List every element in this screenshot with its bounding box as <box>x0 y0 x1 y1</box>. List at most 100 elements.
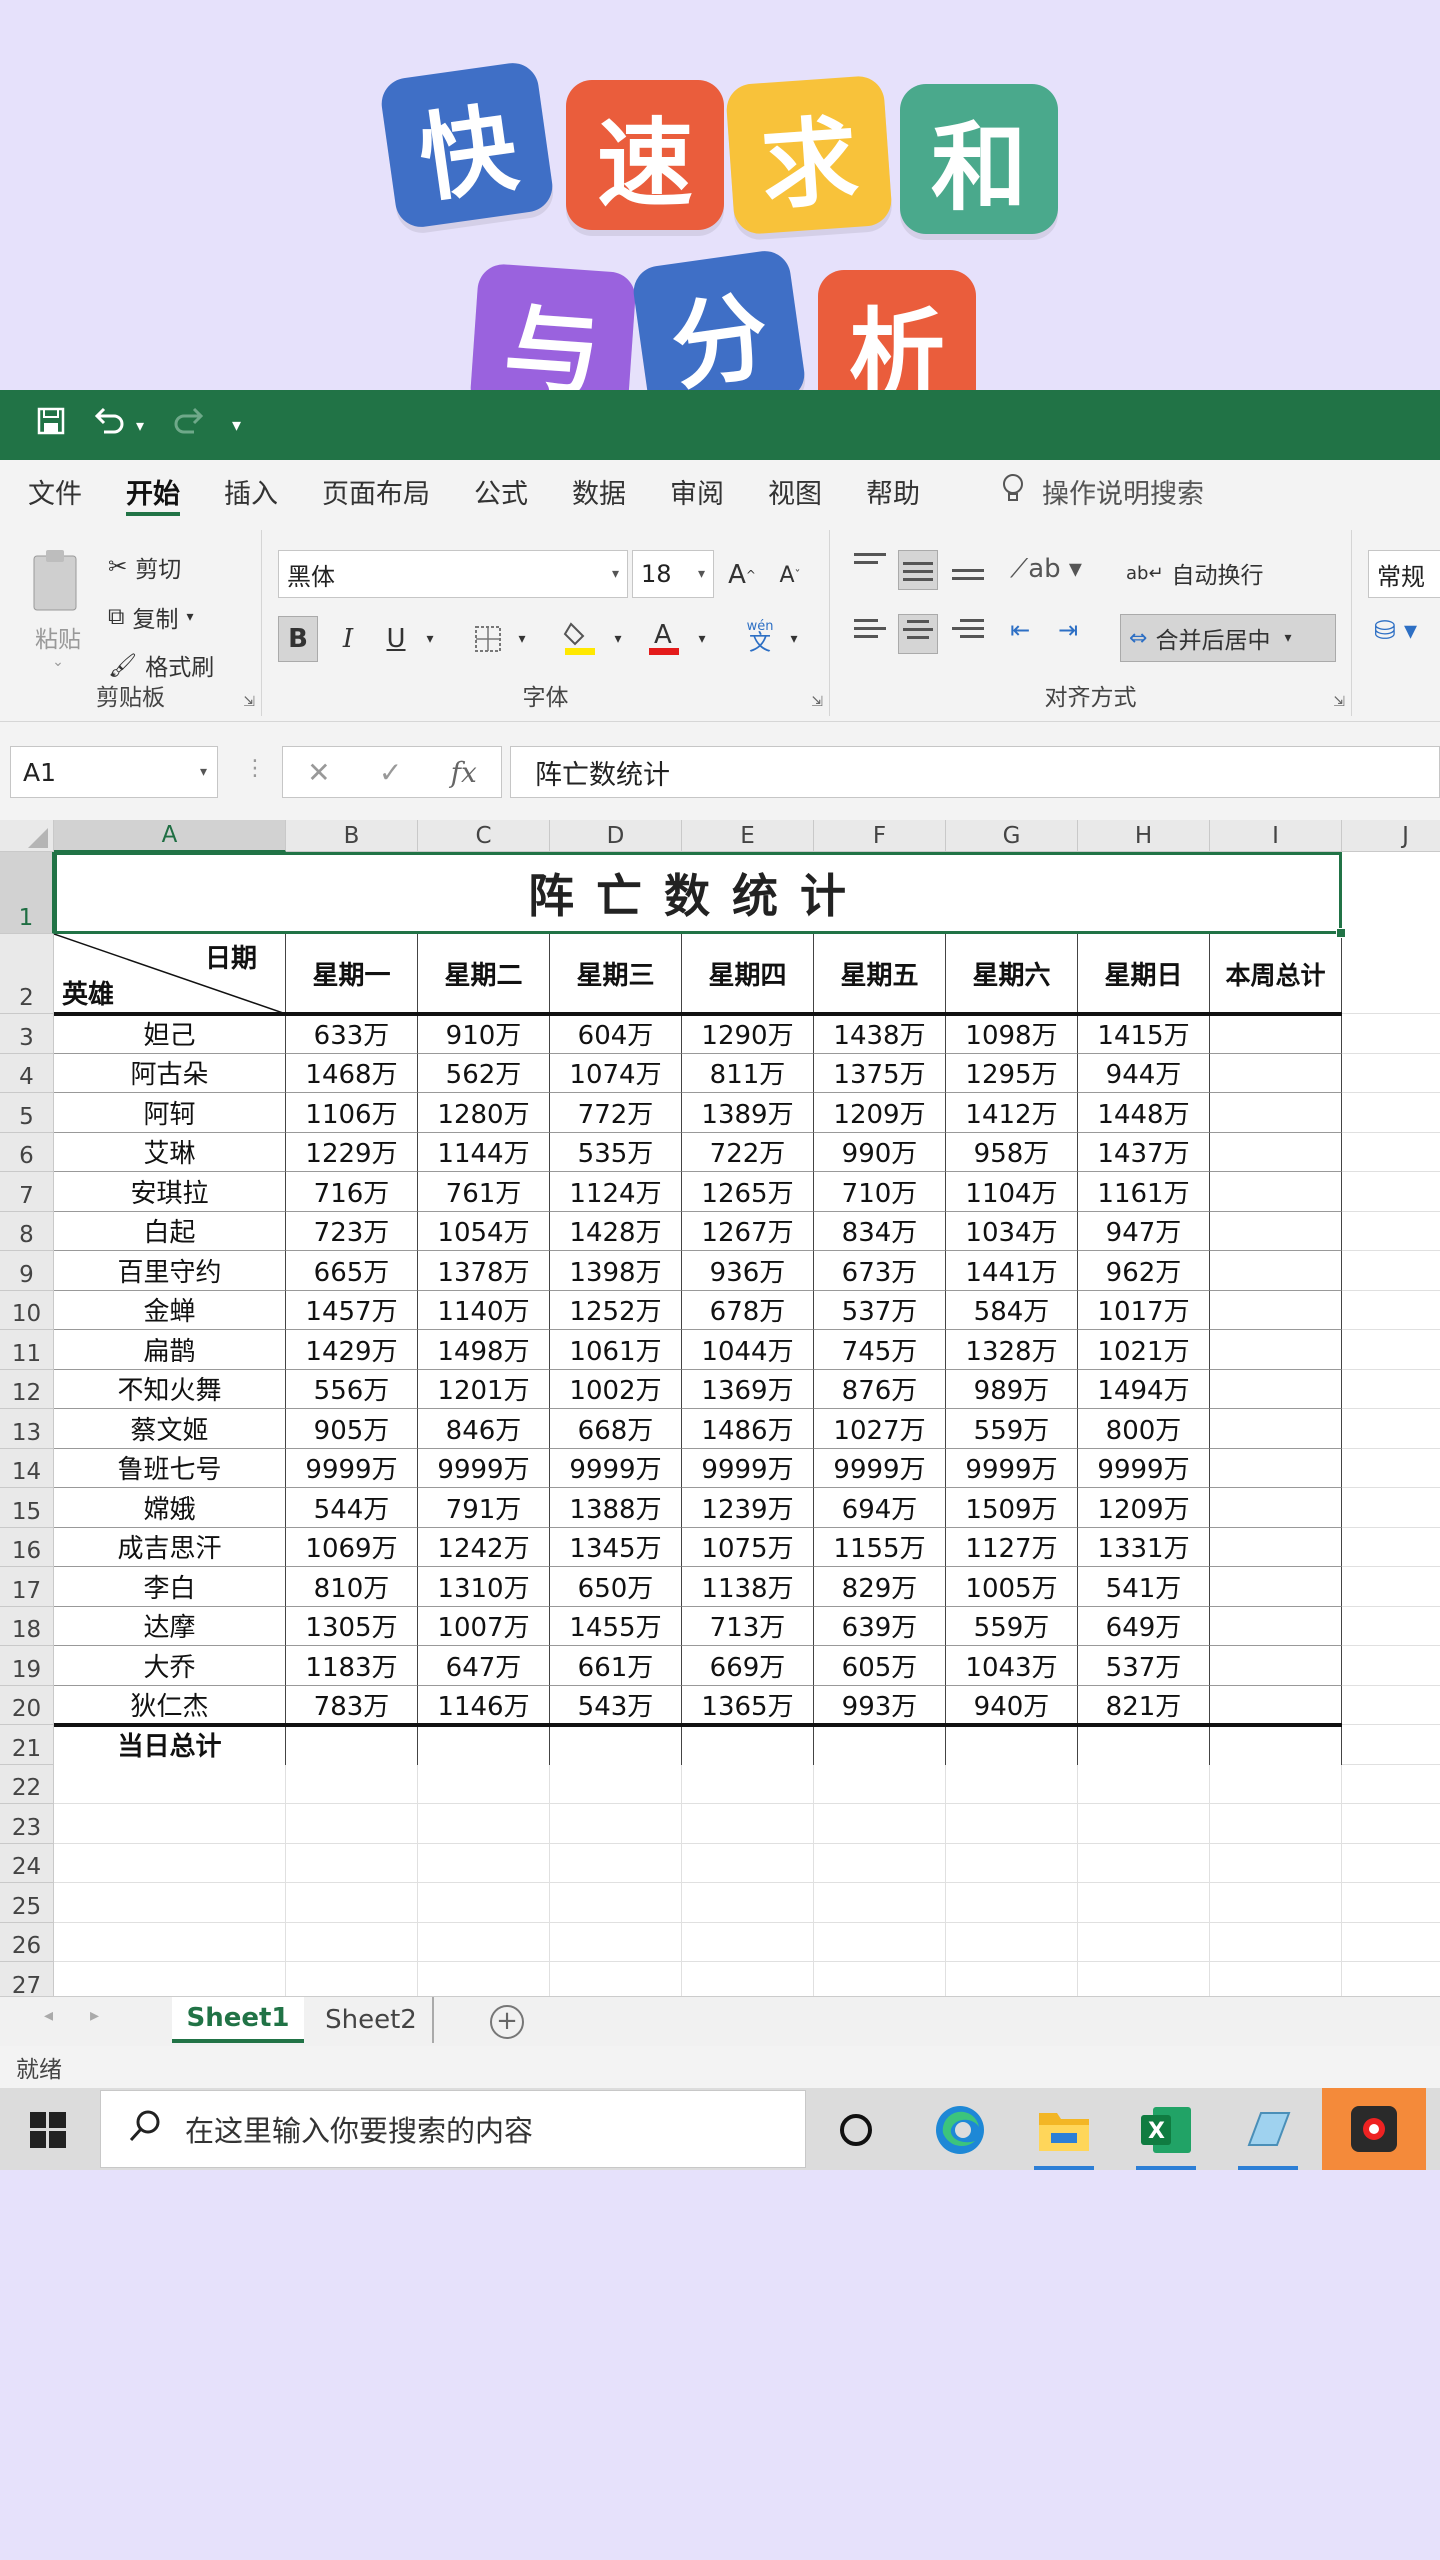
cell[interactable] <box>54 1843 286 1883</box>
cell[interactable] <box>550 1962 682 1996</box>
hero-name-cell[interactable]: 妲己 <box>54 1014 286 1054</box>
align-right-icon[interactable] <box>948 614 988 654</box>
cell[interactable] <box>54 1883 286 1923</box>
next-sheet-icon[interactable]: ▸ <box>90 2005 99 2026</box>
value-cell[interactable]: 1155万 <box>814 1527 946 1567</box>
value-cell[interactable]: 9999万 <box>1078 1448 1210 1488</box>
cell[interactable] <box>1210 1488 1342 1528</box>
value-cell[interactable]: 1229万 <box>286 1132 418 1172</box>
value-cell[interactable]: 936万 <box>682 1251 814 1291</box>
value-cell[interactable]: 650万 <box>550 1567 682 1607</box>
value-cell[interactable]: 584万 <box>946 1290 1078 1330</box>
row-header[interactable]: 22 <box>0 1764 54 1804</box>
value-cell[interactable]: 1310万 <box>418 1567 550 1607</box>
cell[interactable] <box>814 1922 946 1962</box>
tell-me-search[interactable]: 操作说明搜索 <box>1000 472 1204 511</box>
dialog-launcher-icon[interactable]: ⇲ <box>1333 694 1345 710</box>
cell[interactable] <box>1210 1251 1342 1291</box>
value-cell[interactable]: 905万 <box>286 1409 418 1449</box>
font-size-select[interactable]: 18 ▾ <box>632 550 714 598</box>
value-cell[interactable]: 647万 <box>418 1646 550 1686</box>
cell[interactable] <box>54 1962 286 1996</box>
bottom-align-icon[interactable] <box>948 554 988 594</box>
value-cell[interactable]: 1375万 <box>814 1053 946 1093</box>
value-cell[interactable]: 1021万 <box>1078 1330 1210 1370</box>
cell[interactable] <box>418 1922 550 1962</box>
row-header[interactable]: 20 <box>0 1685 54 1725</box>
cell[interactable] <box>946 1764 1078 1804</box>
value-cell[interactable]: 1209万 <box>1078 1488 1210 1528</box>
row-header[interactable]: 9 <box>0 1251 54 1291</box>
cell[interactable] <box>814 1883 946 1923</box>
value-cell[interactable]: 537万 <box>814 1290 946 1330</box>
cell[interactable] <box>550 1843 682 1883</box>
cell[interactable] <box>1342 1725 1440 1765</box>
value-cell[interactable]: 559万 <box>946 1606 1078 1646</box>
value-cell[interactable]: 668万 <box>550 1409 682 1449</box>
windows-start-icon[interactable] <box>30 2112 66 2152</box>
value-cell[interactable]: 1328万 <box>946 1330 1078 1370</box>
file-explorer-icon[interactable] <box>1018 2094 1110 2170</box>
cell[interactable] <box>54 1804 286 1844</box>
row-header[interactable]: 17 <box>0 1567 54 1607</box>
cell[interactable] <box>1210 1804 1342 1844</box>
value-cell[interactable]: 1239万 <box>682 1488 814 1528</box>
value-cell[interactable]: 1106万 <box>286 1093 418 1133</box>
value-cell[interactable]: 661万 <box>550 1646 682 1686</box>
cell[interactable] <box>418 1764 550 1804</box>
row-header[interactable]: 23 <box>0 1804 54 1844</box>
tab-view[interactable]: 视图 <box>768 460 822 522</box>
day-header-cell[interactable]: 星期四 <box>682 934 814 1014</box>
value-cell[interactable]: 9999万 <box>814 1448 946 1488</box>
value-cell[interactable]: 1044万 <box>682 1330 814 1370</box>
undo-icon[interactable] <box>92 406 128 444</box>
row-header[interactable]: 1 <box>0 852 54 934</box>
cell[interactable] <box>1342 1646 1440 1686</box>
value-cell[interactable]: 669万 <box>682 1646 814 1686</box>
format-painter-button[interactable]: 🖌 格式刷 <box>108 648 214 682</box>
value-cell[interactable]: 713万 <box>682 1606 814 1646</box>
value-cell[interactable]: 9999万 <box>418 1448 550 1488</box>
value-cell[interactable]: 1486万 <box>682 1409 814 1449</box>
cell[interactable] <box>1210 1409 1342 1449</box>
insert-function-icon[interactable]: fx <box>451 756 477 789</box>
excel-icon[interactable]: X <box>1120 2094 1212 2170</box>
cell[interactable] <box>1342 1883 1440 1923</box>
row-header[interactable]: 7 <box>0 1172 54 1212</box>
cell[interactable] <box>1342 1291 1440 1330</box>
cell[interactable] <box>946 1725 1078 1765</box>
hero-name-cell[interactable]: 成吉思汗 <box>54 1527 286 1567</box>
row-header[interactable]: 2 <box>0 934 54 1014</box>
cell[interactable] <box>1210 1843 1342 1883</box>
row-header[interactable]: 11 <box>0 1330 54 1370</box>
value-cell[interactable]: 829万 <box>814 1567 946 1607</box>
column-header-c[interactable]: C <box>418 820 550 852</box>
value-cell[interactable]: 1345万 <box>550 1527 682 1567</box>
value-cell[interactable]: 1290万 <box>682 1014 814 1054</box>
cell[interactable] <box>1210 1725 1342 1765</box>
cell[interactable] <box>1342 934 1440 1014</box>
cell[interactable] <box>814 1764 946 1804</box>
value-cell[interactable]: 1061万 <box>550 1330 682 1370</box>
paste-button[interactable]: 粘贴 ⌄ <box>28 548 88 688</box>
value-cell[interactable]: 1369万 <box>682 1369 814 1409</box>
value-cell[interactable]: 821万 <box>1078 1685 1210 1725</box>
cell[interactable] <box>1342 1330 1440 1370</box>
hero-name-cell[interactable]: 不知火舞 <box>54 1369 286 1409</box>
cell[interactable] <box>418 1843 550 1883</box>
align-center-icon[interactable] <box>898 614 938 654</box>
cell[interactable] <box>1210 1606 1342 1646</box>
row-header[interactable]: 10 <box>0 1290 54 1330</box>
day-header-cell[interactable]: 星期三 <box>550 934 682 1014</box>
cell[interactable] <box>1342 1686 1440 1725</box>
cell[interactable] <box>1342 1567 1440 1607</box>
wrap-text-button[interactable]: ab↵ 自动换行 <box>1126 556 1264 590</box>
tab-home[interactable]: 开始 <box>126 460 180 522</box>
value-cell[interactable]: 810万 <box>286 1567 418 1607</box>
value-cell[interactable]: 1455万 <box>550 1606 682 1646</box>
hero-name-cell[interactable]: 大乔 <box>54 1646 286 1686</box>
value-cell[interactable]: 1074万 <box>550 1053 682 1093</box>
value-cell[interactable]: 9999万 <box>550 1448 682 1488</box>
cell[interactable] <box>814 1962 946 1996</box>
cell[interactable] <box>1342 1765 1440 1804</box>
